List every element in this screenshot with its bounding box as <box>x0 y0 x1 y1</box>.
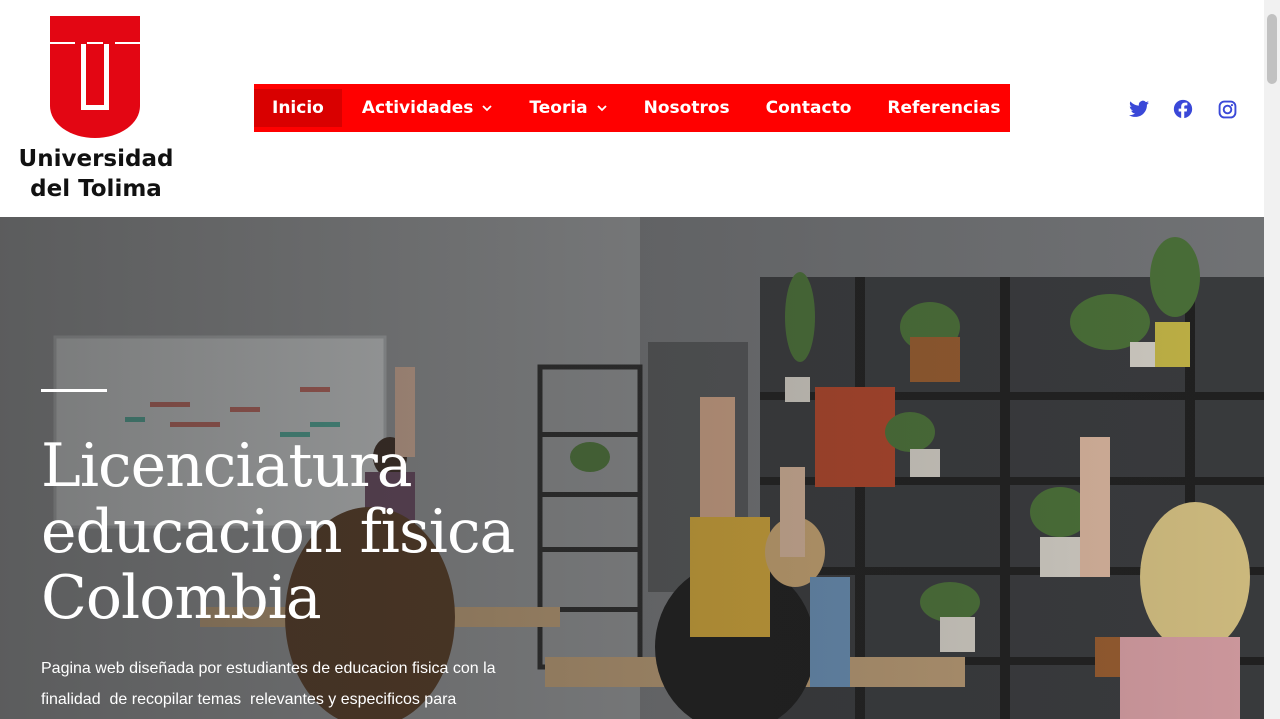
nav-item-label: Inicio <box>272 98 324 118</box>
university-logo[interactable]: Universidad del Tolima <box>18 16 174 206</box>
instagram-link[interactable] <box>1216 98 1238 120</box>
hero-title-line3: Colombia <box>41 563 322 633</box>
hero-description-line1: Pagina web diseñada por estudiantes de e… <box>41 660 496 677</box>
nav-item-contacto[interactable]: Contacto <box>748 84 870 132</box>
hero-section: Licenciatura educacion fisica Colombia P… <box>0 217 1264 719</box>
twitter-icon <box>1129 100 1149 117</box>
university-name-line1: Universidad <box>18 146 174 172</box>
nav-item-label: Contacto <box>765 98 852 118</box>
nav-item-label: Nosotros <box>643 98 730 118</box>
main-nav: Inicio Actividades Teoria Nosotros Conta… <box>254 84 1010 132</box>
nav-item-label: Teoria <box>529 98 588 118</box>
chevron-down-icon <box>597 105 607 112</box>
chevron-down-icon <box>482 105 493 112</box>
instagram-icon <box>1218 100 1236 118</box>
site-header: Universidad del Tolima Inicio Actividade… <box>0 0 1264 217</box>
logo-mark-icon <box>50 16 140 138</box>
university-name-line2: del Tolima <box>30 176 162 202</box>
social-links <box>1128 98 1238 120</box>
hero-accent-line <box>41 389 107 392</box>
hero-title-line1: Licenciatura <box>41 431 413 501</box>
facebook-link[interactable] <box>1172 98 1194 120</box>
hero-description-line2: finalidad de recopilar temas relevantes … <box>41 691 457 708</box>
facebook-icon <box>1173 99 1193 119</box>
nav-item-teoria[interactable]: Teoria <box>511 84 625 132</box>
page-scrollbar[interactable] <box>1264 0 1280 719</box>
scrollbar-thumb[interactable] <box>1267 14 1277 84</box>
nav-item-nosotros[interactable]: Nosotros <box>626 84 748 132</box>
nav-item-actividades[interactable]: Actividades <box>344 84 512 132</box>
nav-item-referencias[interactable]: Referencias <box>869 84 1018 132</box>
hero-description: Pagina web diseñada por estudiantes de e… <box>41 653 561 715</box>
hero-title-line2: educacion fisica <box>41 497 515 567</box>
university-name: Universidad del Tolima <box>18 144 174 204</box>
hero-title: Licenciatura educacion fisica Colombia <box>41 433 661 631</box>
nav-item-label: Referencias <box>887 98 1001 118</box>
nav-item-label: Actividades <box>361 98 474 118</box>
nav-item-inicio[interactable]: Inicio <box>254 89 342 127</box>
twitter-link[interactable] <box>1128 98 1150 120</box>
